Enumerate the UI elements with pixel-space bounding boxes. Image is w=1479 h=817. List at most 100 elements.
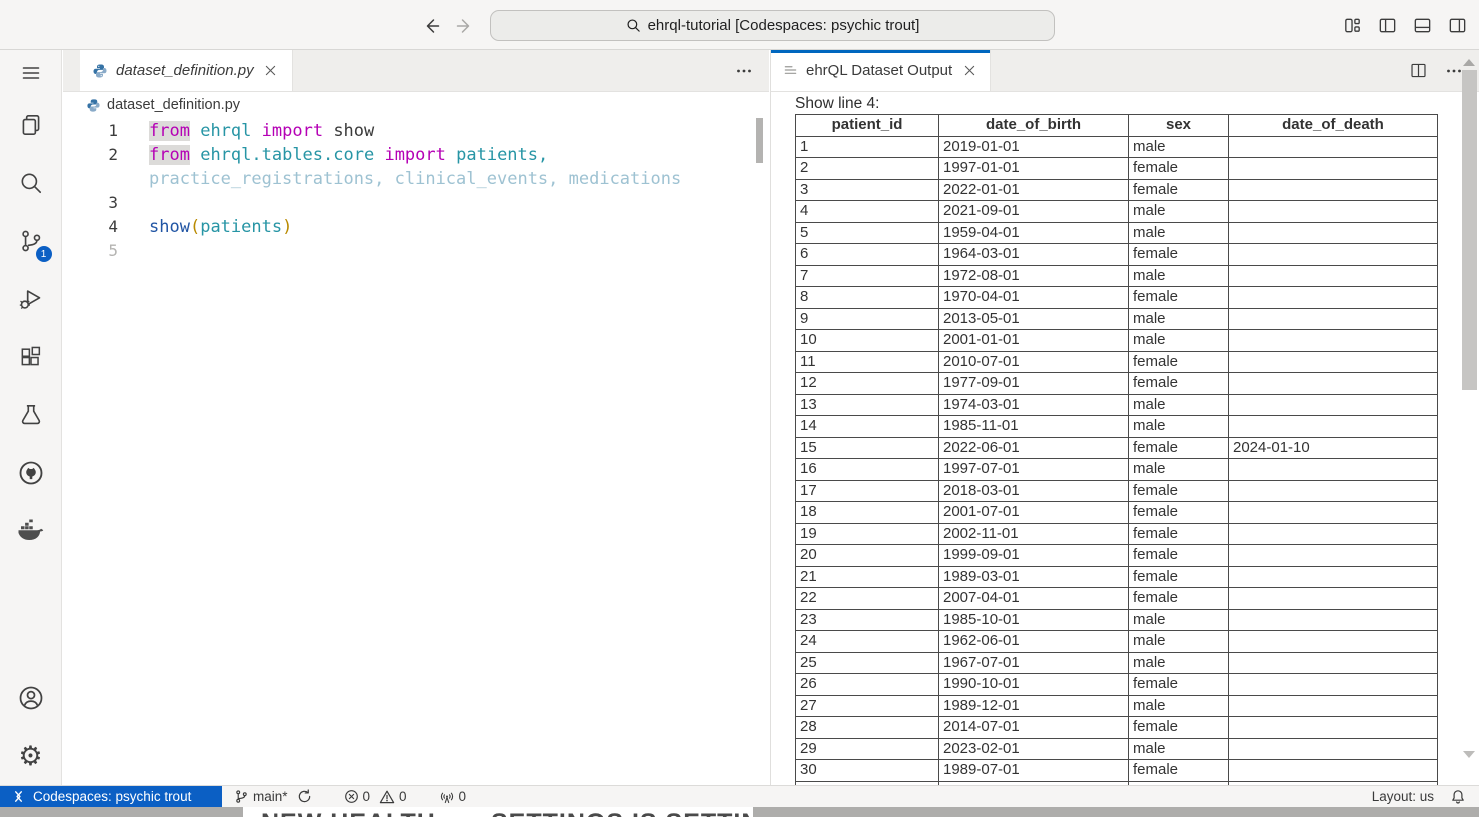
table-cell: 7 [796,265,939,287]
scrollbar-down-arrow[interactable] [1463,751,1475,758]
table-cell: 1974-03-01 [939,394,1129,416]
navigate-forward-button[interactable] [452,13,478,39]
line-number: 3 [63,191,118,215]
table-row: 211989-03-01female [796,566,1438,588]
python-file-icon [86,98,101,113]
remote-indicator[interactable]: Codespaces: psychic trout [0,786,222,807]
table-cell: 20 [796,545,939,567]
table-body: 12019-01-01male21997-01-01female32022-01… [796,136,1438,785]
sidebar-right-icon [1447,15,1468,36]
table-cell: male [1129,308,1229,330]
editor-scrollbar[interactable] [756,118,763,163]
docker-whale-icon [16,516,46,546]
table-cell: 4 [796,201,939,223]
command-center-search[interactable]: ehrql-tutorial [Codespaces: psychic trou… [490,10,1055,41]
git-branch-icon [234,789,249,804]
table-row: 292023-02-01male [796,738,1438,760]
table-cell: 3 [796,179,939,201]
table-cell: 17 [796,480,939,502]
navigate-back-button[interactable] [418,13,444,39]
table-header-cell: date_of_birth [939,115,1129,137]
table-header-cell: date_of_death [1229,115,1438,137]
table-cell: 2022-06-01 [939,437,1129,459]
tab-dataset-definition[interactable]: dataset_definition.py [80,50,293,91]
table-cell: female [1129,373,1229,395]
table-cell: 1985-10-01 [939,609,1129,631]
sync-icon [297,789,312,804]
sidebar-item-extensions[interactable] [0,328,62,386]
table-cell: 18 [796,502,939,524]
split-editor-icon[interactable] [1407,60,1429,82]
toggle-panel-button[interactable] [1410,13,1434,37]
table-header-row: patient_iddate_of_birthsexdate_of_death [796,115,1438,137]
ports-status-item[interactable]: 0 [439,789,467,805]
dataset-output-webview: Show line 4: patient_iddate_of_birthsexd… [771,92,1479,785]
table-cell: 5 [796,222,939,244]
sidebar-item-github[interactable] [0,444,62,502]
table-cell: 2014-07-01 [939,717,1129,739]
table-header-cell: patient_id [796,115,939,137]
table-cell [1229,459,1438,481]
table-cell: 8 [796,287,939,309]
menu-button[interactable] [0,50,62,96]
toggle-secondary-sidebar-button[interactable] [1445,13,1469,37]
sidebar-item-docker[interactable] [0,502,62,560]
table-cell: 13 [796,394,939,416]
tab-ehrql-dataset-output[interactable]: ehrQL Dataset Output [771,50,991,91]
hamburger-menu-icon [19,61,43,85]
close-icon[interactable] [262,62,280,80]
table-cell: 2019-01-01 [939,136,1129,158]
table-cell [1229,394,1438,416]
account-icon [17,684,45,712]
layout-label: Layout: us [1372,789,1434,804]
table-cell [1229,674,1438,696]
scrollbar-up-arrow[interactable] [1463,59,1475,66]
table-cell [1229,717,1438,739]
code-line: 3 [63,191,769,215]
close-icon[interactable] [960,62,978,80]
table-cell [1229,566,1438,588]
editor-group-left: dataset_definition.py dataset_definition… [63,50,769,785]
activity-bar: 1 [0,50,62,785]
sidebar-item-run-debug[interactable] [0,270,62,328]
table-cell: 1967-07-01 [939,652,1129,674]
table-row: 121977-09-01female [796,373,1438,395]
sidebar-item-source-control[interactable]: 1 [0,212,62,270]
sidebar-item-testing[interactable] [0,386,62,444]
sidebar-item-search[interactable] [0,154,62,212]
table-row: 231985-10-01male [796,609,1438,631]
accounts-button[interactable] [0,669,62,727]
table-cell: 26 [796,674,939,696]
sync-status-item[interactable] [297,789,312,804]
table-cell: male [1129,695,1229,717]
table-cell: 2001-07-01 [939,502,1129,524]
dataset-table: patient_iddate_of_birthsexdate_of_death … [795,114,1438,785]
table-cell: female [1129,158,1229,180]
arrow-left-icon [421,16,441,36]
warning-count: 0 [399,789,407,804]
settings-button[interactable]: ⚙ [0,727,62,785]
customize-layout-button[interactable] [1340,13,1364,37]
table-cell: 27 [796,695,939,717]
toggle-primary-sidebar-button[interactable] [1375,13,1399,37]
problems-status-item[interactable]: 0 0 [344,789,407,805]
table-cell: male [1129,631,1229,653]
table-row: 222007-04-01female [796,588,1438,610]
table-cell: 10 [796,330,939,352]
sidebar-item-explorer[interactable] [0,96,62,154]
breadcrumb[interactable]: dataset_definition.py [63,92,769,118]
table-cell: 1990-10-01 [939,674,1129,696]
keyboard-layout-status-item[interactable]: Layout: us [1372,789,1434,804]
code-editor[interactable]: 1from ehrql import show2from ehrql.table… [63,118,769,785]
more-actions-icon[interactable] [733,60,755,82]
title-bar: ehrql-tutorial [Codespaces: psychic trou… [0,0,1479,50]
table-cell: 1989-03-01 [939,566,1129,588]
webview-scrollbar[interactable] [1462,70,1477,390]
notifications-button[interactable] [1450,789,1466,805]
table-cell: 2018-03-01 [939,480,1129,502]
table-cell [1229,179,1438,201]
branch-status-item[interactable]: main* [234,789,288,804]
table-row: 192002-11-01female [796,523,1438,545]
search-icon [626,18,641,33]
table-cell: male [1129,416,1229,438]
